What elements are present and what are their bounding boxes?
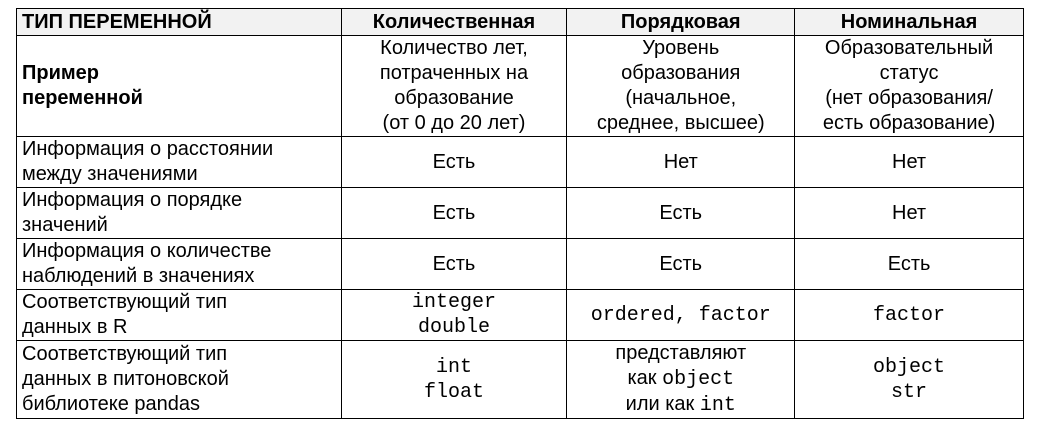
code-value: object	[873, 355, 946, 379]
cell-line: среднее, высшее)	[596, 112, 765, 134]
quantitative-cell: Есть	[340, 187, 568, 239]
table-row: Пример переменной Количество лет, потрач…	[16, 35, 1024, 137]
row-label-line: наблюдений в значениях	[22, 265, 255, 287]
quantitative-cell: int float	[340, 340, 568, 419]
header-nominal: Номинальная	[794, 8, 1024, 36]
cell-line: статус	[879, 62, 939, 84]
row-label-line: Информация о количестве	[22, 240, 272, 262]
row-label-line: значений	[22, 214, 108, 236]
row-label-line: Информация о порядке	[22, 189, 243, 211]
nominal-cell: factor	[794, 289, 1024, 341]
cell-line: представляют	[615, 342, 747, 364]
row-label-line: данных в питоновской	[22, 368, 229, 390]
table-row: Соответствующий тип данных в R integer d…	[16, 289, 1024, 341]
row-label-line: данных в R	[22, 316, 128, 338]
ordinal-cell: ordered, factor	[566, 289, 796, 341]
code-value: object	[662, 368, 735, 391]
ordinal-cell: Есть	[566, 238, 796, 290]
code-value: int	[699, 394, 736, 417]
header-ordinal: Порядковая	[566, 8, 796, 36]
quantitative-cell: integer double	[340, 289, 568, 341]
row-label-line: Соответствующий тип	[22, 343, 228, 365]
row-label-line: Соответствующий тип	[22, 291, 228, 313]
cell-line: (начальное,	[625, 87, 737, 109]
cell-line: потраченных на	[379, 62, 529, 84]
code-value: double	[417, 316, 490, 339]
cell-line: образование	[394, 87, 514, 109]
header-quantitative: Количественная	[340, 8, 568, 36]
ordinal-cell: представляют как object или как int	[566, 340, 796, 419]
row-label-line: переменной	[22, 87, 143, 109]
ordinal-cell: Нет	[566, 136, 796, 188]
quantitative-cell: Есть	[340, 238, 568, 290]
row-label: Соответствующий тип данных в R	[16, 289, 342, 341]
row-label-line: библиотеке pandas	[22, 393, 201, 415]
row-label-line: Информация о расстоянии	[22, 138, 274, 160]
cell-line: образования	[621, 62, 741, 84]
cell-line: Уровень	[642, 37, 720, 59]
variable-types-table: ТИП ПЕРЕМЕННОЙ Количественная Порядковая…	[16, 8, 1024, 419]
cell-line: (нет образования/	[825, 87, 993, 109]
code-value: float	[423, 380, 484, 404]
row-label-line: между значениями	[22, 163, 198, 185]
cell-line: или как int	[572, 392, 789, 418]
nominal-cell: Образовательный статус (нет образования/…	[794, 35, 1024, 137]
code-value: integer	[411, 291, 496, 314]
cell-line: есть образование)	[822, 112, 996, 134]
quantitative-cell: Количество лет, потраченных на образован…	[340, 35, 568, 137]
row-label-line: Пример	[22, 62, 100, 84]
ordinal-cell: Уровень образования (начальное, среднее,…	[566, 35, 796, 137]
table-row: Информация о количестве наблюдений в зна…	[16, 238, 1024, 290]
cell-line: Образовательный	[824, 37, 994, 59]
cell-line: как object	[572, 366, 789, 392]
nominal-cell: object str	[794, 340, 1024, 419]
nominal-cell: Нет	[794, 136, 1024, 188]
table-row: Информация о порядке значений Есть Есть …	[16, 187, 1024, 239]
row-label: Соответствующий тип данных в питоновской…	[16, 340, 342, 419]
table-row: Информация о расстоянии между значениями…	[16, 136, 1024, 188]
row-label: Пример переменной	[16, 35, 342, 137]
cell-line: (от 0 до 20 лет)	[382, 112, 526, 134]
row-label: Информация о расстоянии между значениями	[16, 136, 342, 188]
table-row: Соответствующий тип данных в питоновской…	[16, 340, 1024, 419]
code-value: str	[891, 380, 928, 404]
cell-text: как	[627, 367, 663, 389]
nominal-cell: Нет	[794, 187, 1024, 239]
quantitative-cell: Есть	[340, 136, 568, 188]
header-variable-type: ТИП ПЕРЕМЕННОЙ	[16, 8, 342, 36]
cell-text: или как	[625, 393, 700, 415]
row-label: Информация о порядке значений	[16, 187, 342, 239]
header-row: ТИП ПЕРЕМЕННОЙ Количественная Порядковая…	[16, 8, 1024, 36]
nominal-cell: Есть	[794, 238, 1024, 290]
code-value: int	[435, 355, 472, 379]
ordinal-cell: Есть	[566, 187, 796, 239]
row-label: Информация о количестве наблюдений в зна…	[16, 238, 342, 290]
cell-line: Количество лет,	[380, 37, 528, 59]
